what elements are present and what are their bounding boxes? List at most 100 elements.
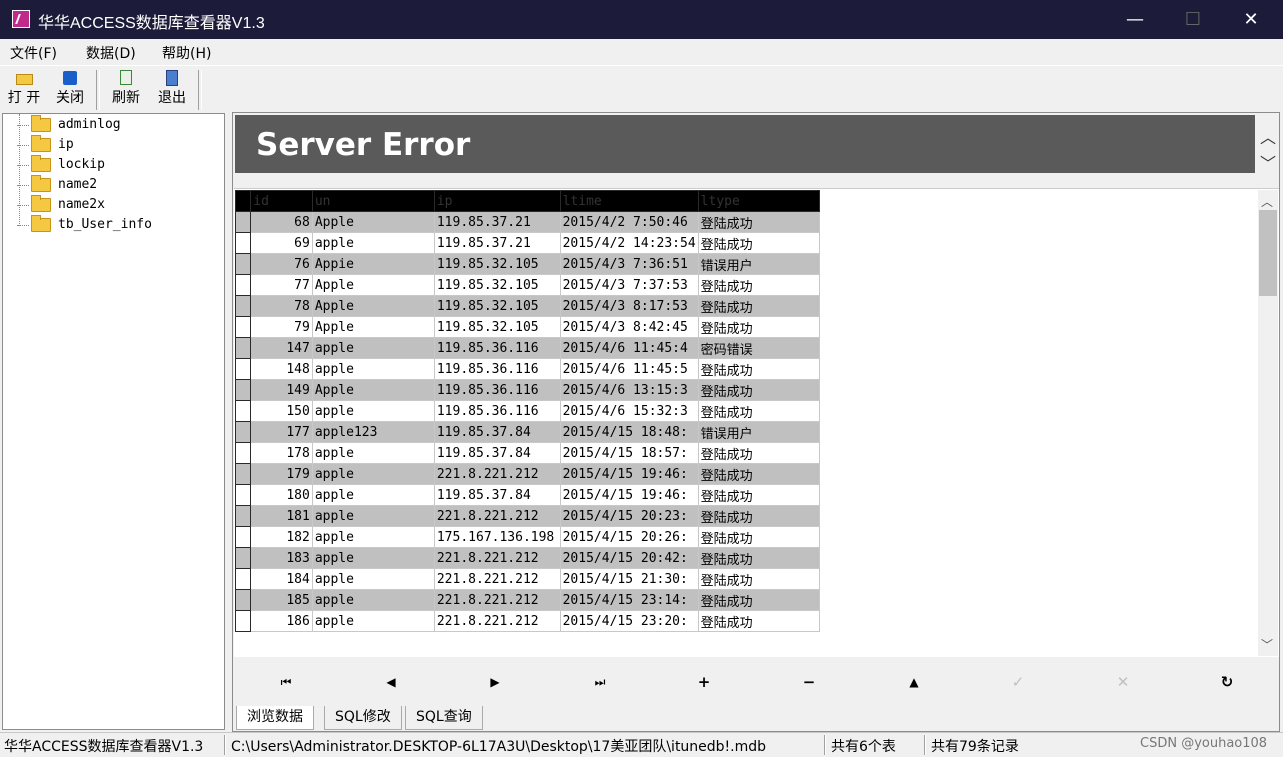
cell-un[interactable]: Apple bbox=[311, 211, 435, 233]
column-header-ip[interactable]: ip bbox=[433, 190, 561, 212]
row-indicator[interactable] bbox=[234, 589, 252, 611]
cell-un[interactable]: apple bbox=[311, 610, 435, 632]
minimize-button[interactable]: — bbox=[1106, 0, 1164, 39]
tree-item-tb-user-info[interactable]: tb_User_info bbox=[3, 215, 223, 235]
cell-un[interactable]: apple bbox=[311, 547, 435, 569]
cell-ip[interactable]: 221.8.221.212 bbox=[433, 505, 561, 527]
refresh-button[interactable]: 刷新 bbox=[108, 70, 144, 107]
cell-id[interactable]: 148 bbox=[250, 358, 313, 380]
cell-ltime[interactable]: 2015/4/15 19:46: bbox=[559, 484, 699, 506]
cell-ip[interactable]: 119.85.32.105 bbox=[433, 274, 561, 296]
cell-ip[interactable]: 119.85.32.105 bbox=[433, 253, 561, 275]
cell-id[interactable]: 79 bbox=[250, 316, 313, 338]
table-row[interactable]: 76 Appie 119.85.32.105 2015/4/3 7:36:51 错误用户 bbox=[234, 253, 821, 275]
cell-id[interactable]: 76 bbox=[250, 253, 313, 275]
cell-ltype[interactable]: 登陆成功 bbox=[697, 505, 821, 527]
row-indicator[interactable] bbox=[234, 211, 252, 233]
row-indicator[interactable] bbox=[234, 505, 252, 527]
table-row[interactable]: 185 apple 221.8.221.212 2015/4/15 23:14: 登陆成… bbox=[234, 589, 821, 611]
cell-ip[interactable]: 221.8.221.212 bbox=[433, 568, 561, 590]
cell-ip[interactable]: 119.85.37.21 bbox=[433, 211, 561, 233]
cell-ltype[interactable]: 登陆成功 bbox=[697, 358, 821, 380]
cell-ltype[interactable]: 登陆成功 bbox=[697, 547, 821, 569]
cell-ltype[interactable]: 登陆成功 bbox=[697, 589, 821, 611]
cell-id[interactable]: 182 bbox=[250, 526, 313, 548]
column-header-id[interactable]: id bbox=[250, 190, 313, 212]
cell-ltime[interactable]: 2015/4/15 23:20: bbox=[559, 610, 699, 632]
insert-record-button[interactable]: + bbox=[684, 670, 724, 694]
cell-un[interactable]: apple bbox=[311, 442, 435, 464]
table-row[interactable]: 181 apple 221.8.221.212 2015/4/15 20:23: 登陆成… bbox=[234, 505, 821, 527]
cell-un[interactable]: apple bbox=[311, 568, 435, 590]
cell-ip[interactable]: 119.85.36.116 bbox=[433, 379, 561, 401]
table-row[interactable]: 69 apple 119.85.37.21 2015/4/2 14:23:54 登陆成功 bbox=[234, 232, 821, 254]
scroll-down-icon[interactable]: ﹀ bbox=[1261, 636, 1273, 653]
cell-un[interactable]: apple bbox=[311, 232, 435, 254]
cell-id[interactable]: 68 bbox=[250, 211, 313, 233]
row-indicator[interactable] bbox=[234, 358, 252, 380]
table-row[interactable]: 179 apple 221.8.221.212 2015/4/15 19:46: 登陆成… bbox=[234, 463, 821, 485]
cell-id[interactable]: 150 bbox=[250, 400, 313, 422]
refresh-data-button[interactable]: ↻ bbox=[1207, 670, 1247, 694]
cell-ltime[interactable]: 2015/4/15 18:48: bbox=[559, 421, 699, 443]
cell-id[interactable]: 181 bbox=[250, 505, 313, 527]
row-indicator[interactable] bbox=[234, 610, 252, 632]
menu-file[interactable]: 文件(F) bbox=[10, 43, 57, 63]
cell-id[interactable]: 186 bbox=[250, 610, 313, 632]
cell-ip[interactable]: 119.85.37.84 bbox=[433, 484, 561, 506]
cell-ltime[interactable]: 2015/4/6 13:15:3 bbox=[559, 379, 699, 401]
row-indicator[interactable] bbox=[234, 400, 252, 422]
cell-ip[interactable]: 175.167.136.198 bbox=[433, 526, 561, 548]
cell-id[interactable]: 78 bbox=[250, 295, 313, 317]
row-indicator[interactable] bbox=[234, 379, 252, 401]
cell-un[interactable]: apple bbox=[311, 484, 435, 506]
cell-id[interactable]: 183 bbox=[250, 547, 313, 569]
row-indicator[interactable] bbox=[234, 526, 252, 548]
cell-un[interactable]: apple bbox=[311, 526, 435, 548]
cell-ltype[interactable]: 登陆成功 bbox=[697, 400, 821, 422]
tab-sql-query[interactable]: SQL查询 bbox=[405, 706, 483, 730]
prior-record-button[interactable]: ◀ bbox=[371, 670, 411, 694]
tree-item-lockip[interactable]: lockip bbox=[3, 155, 223, 175]
cell-ltime[interactable]: 2015/4/15 20:42: bbox=[559, 547, 699, 569]
post-edit-button[interactable]: ✓ bbox=[998, 670, 1038, 694]
cell-ltime[interactable]: 2015/4/15 19:46: bbox=[559, 463, 699, 485]
tree-item-ip[interactable]: ip bbox=[3, 135, 223, 155]
chevron-up-icon[interactable]: ︿ bbox=[1260, 124, 1276, 148]
row-indicator[interactable] bbox=[234, 568, 252, 590]
row-indicator[interactable] bbox=[234, 295, 252, 317]
cell-id[interactable]: 77 bbox=[250, 274, 313, 296]
cell-id[interactable]: 149 bbox=[250, 379, 313, 401]
cell-id[interactable]: 179 bbox=[250, 463, 313, 485]
row-indicator[interactable] bbox=[234, 442, 252, 464]
exit-button[interactable]: 退出 bbox=[154, 70, 190, 107]
cell-ltype[interactable]: 登陆成功 bbox=[697, 463, 821, 485]
cell-ltime[interactable]: 2015/4/3 8:42:45 bbox=[559, 316, 699, 338]
scrollbar-thumb[interactable] bbox=[1259, 210, 1277, 296]
cell-ltime[interactable]: 2015/4/15 18:57: bbox=[559, 442, 699, 464]
cell-ip[interactable]: 119.85.36.116 bbox=[433, 337, 561, 359]
cell-ip[interactable]: 119.85.32.105 bbox=[433, 295, 561, 317]
table-row[interactable]: 184 apple 221.8.221.212 2015/4/15 21:30: 登陆成… bbox=[234, 568, 821, 590]
row-indicator[interactable] bbox=[234, 232, 252, 254]
cell-ltype[interactable]: 登陆成功 bbox=[697, 484, 821, 506]
cell-un[interactable]: Apple bbox=[311, 316, 435, 338]
table-row[interactable]: 150 apple 119.85.36.116 2015/4/6 15:32:3 登陆成… bbox=[234, 400, 821, 422]
cell-ltime[interactable]: 2015/4/15 23:14: bbox=[559, 589, 699, 611]
next-record-button[interactable]: ▶ bbox=[475, 670, 515, 694]
cell-ltype[interactable]: 登陆成功 bbox=[697, 295, 821, 317]
table-row[interactable]: 148 apple 119.85.36.116 2015/4/6 11:45:5 登陆成… bbox=[234, 358, 821, 380]
cell-ltype[interactable]: 错误用户 bbox=[697, 421, 821, 443]
cell-ltime[interactable]: 2015/4/15 21:30: bbox=[559, 568, 699, 590]
cell-ltime[interactable]: 2015/4/6 15:32:3 bbox=[559, 400, 699, 422]
last-record-button[interactable]: ⏭ bbox=[580, 670, 620, 694]
cell-ltype[interactable]: 错误用户 bbox=[697, 253, 821, 275]
cell-ltype[interactable]: 登陆成功 bbox=[697, 568, 821, 590]
cell-ltype[interactable]: 登陆成功 bbox=[697, 379, 821, 401]
cell-ltime[interactable]: 2015/4/6 11:45:5 bbox=[559, 358, 699, 380]
cell-ltype[interactable]: 登陆成功 bbox=[697, 211, 821, 233]
column-header-ltype[interactable]: ltype bbox=[697, 190, 821, 212]
row-indicator[interactable] bbox=[234, 463, 252, 485]
cell-un[interactable]: Apple bbox=[311, 379, 435, 401]
table-row[interactable]: 177 apple123 119.85.37.84 2015/4/15 18:48: 错… bbox=[234, 421, 821, 443]
